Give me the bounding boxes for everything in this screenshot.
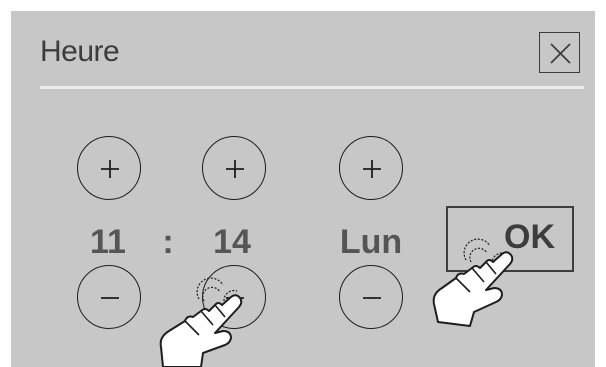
close-button[interactable]: [539, 32, 580, 73]
day-decrement-button[interactable]: [339, 265, 403, 329]
minutes-value: 14: [213, 223, 251, 261]
plus-icon: [363, 160, 381, 178]
day-value: Lun: [339, 223, 403, 261]
hours-decrement-button[interactable]: [77, 265, 141, 329]
minutes-increment-button[interactable]: [202, 136, 266, 200]
dialog-title: Heure: [40, 35, 120, 68]
time-settings-panel: Heure 11 : 14 Lun OK: [11, 11, 595, 367]
title-divider: [40, 86, 584, 89]
touch-hand-icon: [432, 238, 514, 327]
hours-increment-button[interactable]: [77, 136, 141, 200]
day-increment-button[interactable]: [339, 136, 403, 200]
time-separator: :: [162, 223, 174, 261]
close-icon: [550, 43, 571, 64]
minus-icon: [101, 297, 119, 299]
plus-icon: [226, 160, 244, 178]
hours-value: 11: [90, 223, 126, 261]
minus-icon: [363, 297, 381, 299]
plus-icon: [101, 160, 119, 178]
touch-hand-icon: [159, 277, 243, 367]
